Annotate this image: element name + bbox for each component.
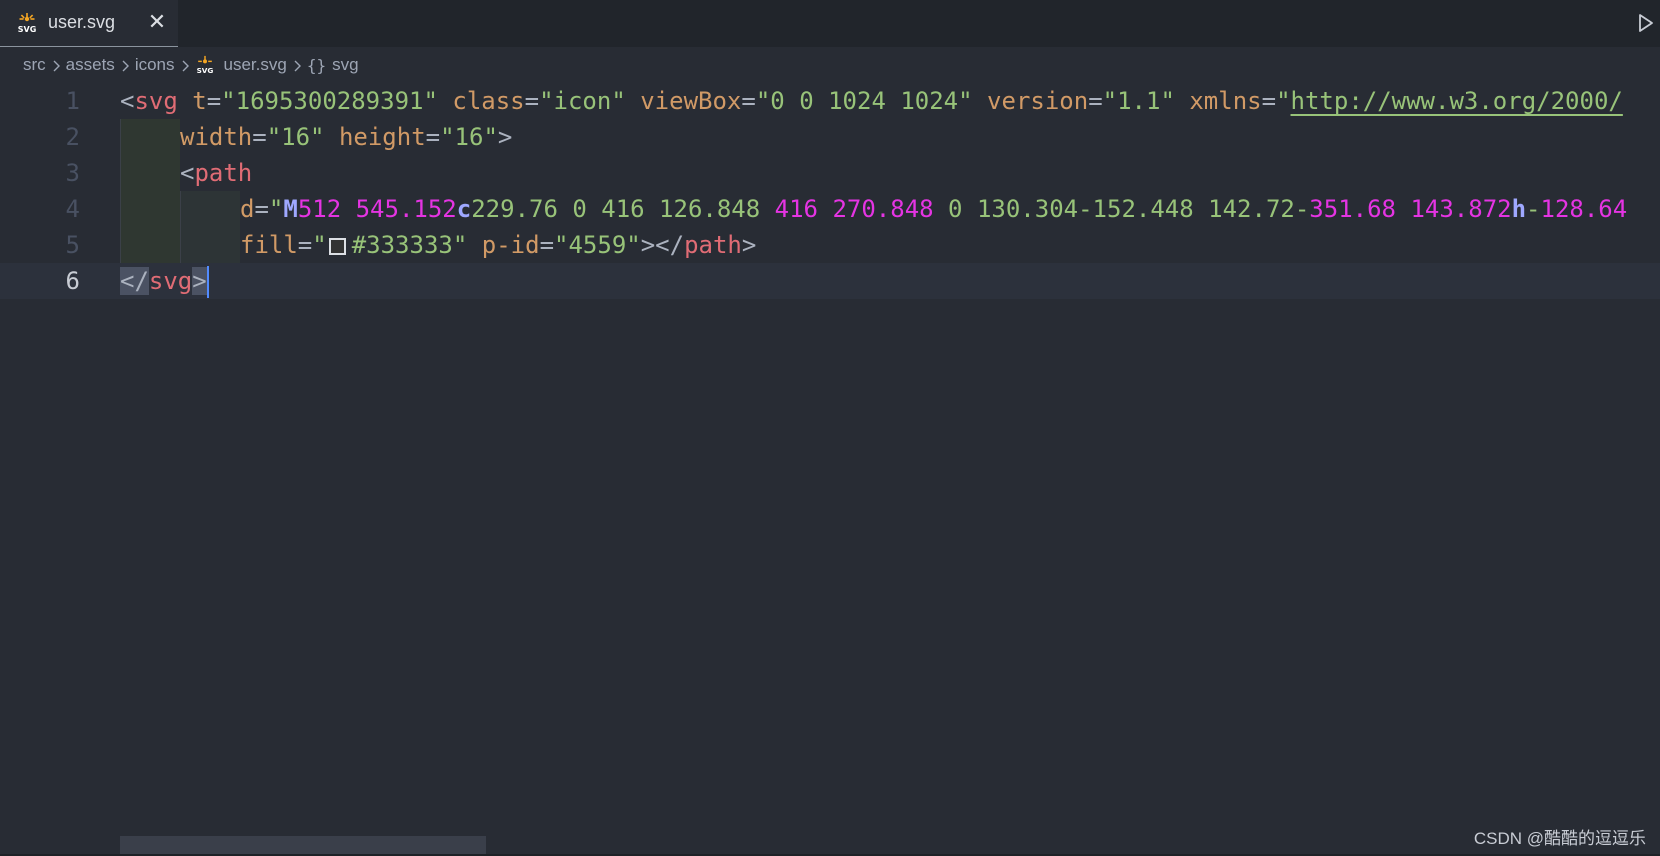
text-cursor — [206, 266, 209, 298]
indent-guide — [120, 227, 180, 263]
code-line-current[interactable]: 6 </svg> — [0, 263, 1660, 299]
code-line[interactable]: 2 width="16" height="16"> — [0, 119, 1660, 155]
code-text: <svg t="1695300289391" class="icon" view… — [120, 87, 1623, 115]
breadcrumb-user-svg[interactable]: user.svg — [224, 55, 287, 75]
code-text: d="M512 545.152c229.76 0 416 126.848 416… — [240, 195, 1628, 223]
line-number: 2 — [65, 123, 80, 151]
code-line[interactable]: 4 d="M512 545.152c229.76 0 416 126.848 4… — [0, 191, 1660, 227]
svg-text:SVG: SVG — [18, 25, 37, 34]
color-swatch[interactable] — [328, 238, 346, 255]
chevron-right-icon — [287, 55, 307, 75]
tab-bar: SVG user.svg ✕ — [0, 0, 1660, 47]
horizontal-scrollbar[interactable] — [120, 836, 486, 854]
xmlns-link[interactable]: http://www.w3.org/2000/ — [1291, 87, 1623, 115]
code-line[interactable]: 1 <svg t="1695300289391" class="icon" vi… — [0, 83, 1660, 119]
code-text: fill=" #333333" p-id="4559"></path> — [240, 231, 757, 259]
indent-guide — [120, 119, 180, 155]
indent-guide — [120, 155, 180, 191]
code-editor[interactable]: 1 <svg t="1695300289391" class="icon" vi… — [0, 83, 1660, 856]
code-line[interactable]: 5 fill=" #333333" p-id="4559"></path> — [0, 227, 1660, 263]
line-number: 3 — [65, 159, 80, 187]
close-icon[interactable]: ✕ — [146, 10, 168, 34]
line-number: 4 — [65, 195, 80, 223]
run-icon[interactable] — [1636, 12, 1656, 34]
indent-guide — [180, 191, 240, 227]
svg-text:SVG: SVG — [196, 66, 213, 75]
code-line[interactable]: 3 <path — [0, 155, 1660, 191]
line-number: 5 — [65, 231, 80, 259]
code-text: width="16" height="16"> — [180, 123, 513, 151]
indent-guide — [120, 191, 180, 227]
chevron-right-icon — [46, 55, 66, 75]
svg-file-icon: SVG — [16, 12, 38, 34]
braces-icon: {} — [306, 55, 327, 75]
code-text: </svg> — [120, 263, 209, 299]
matched-bracket: > — [192, 267, 207, 295]
breadcrumb-assets[interactable]: assets — [66, 55, 115, 75]
tab-user-svg[interactable]: SVG user.svg ✕ — [0, 0, 178, 47]
line-number: 6 — [65, 267, 80, 295]
watermark: CSDN @酷酷的逗逗乐 — [1473, 829, 1646, 848]
breadcrumb: src assets icons SVG user.svg {} svg — [0, 47, 1660, 83]
chevron-right-icon — [115, 55, 135, 75]
tab-label: user.svg — [48, 12, 116, 32]
indent-guide — [180, 227, 240, 263]
svg-file-icon: SVG — [195, 55, 215, 75]
matched-bracket: </ — [120, 267, 149, 295]
breadcrumb-icons[interactable]: icons — [135, 55, 175, 75]
breadcrumb-src[interactable]: src — [23, 55, 46, 75]
line-number: 1 — [65, 87, 80, 115]
chevron-right-icon — [175, 55, 195, 75]
code-text: <path — [180, 159, 253, 187]
breadcrumb-svg-symbol[interactable]: svg — [332, 55, 358, 75]
